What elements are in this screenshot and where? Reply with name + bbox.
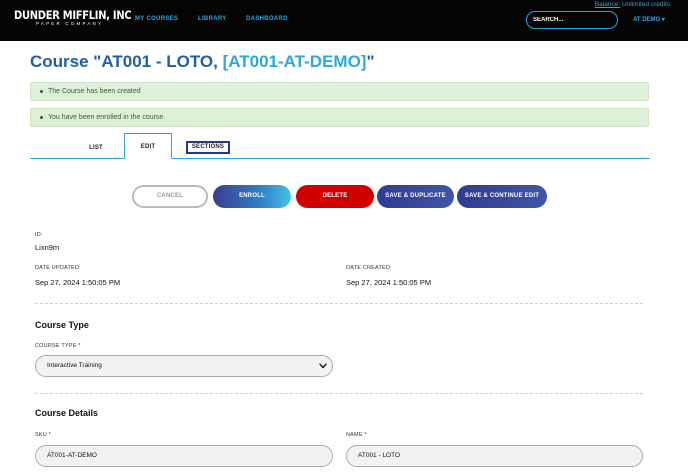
company-logo[interactable]: DUNDER MIFFLIN, INC PAPER COMPANY <box>14 9 150 27</box>
alert-text: You have been enrolled in the course. <box>48 114 166 121</box>
sku-field[interactable]: AT001-AT-DEMO <box>35 445 333 467</box>
sku-label: SKU * <box>35 432 51 438</box>
user-menu-dropdown[interactable]: AT DEMO ▾ <box>633 16 665 23</box>
alert-text: The Course has been created <box>48 88 141 95</box>
tab-sections[interactable]: SECTIONS <box>186 141 230 154</box>
sku-value: AT001-AT-DEMO <box>47 452 97 459</box>
section-divider <box>35 393 643 394</box>
title-prefix: Course "AT001 - LOTO, <box>30 52 223 71</box>
id-label: ID: <box>35 232 43 238</box>
date-created-value: Sep 27, 2024 1:50:05 PM <box>346 278 432 287</box>
tabs-underline <box>30 158 650 159</box>
tab-edit[interactable]: EDIT <box>124 133 172 159</box>
date-updated-value: Sep 27, 2024 1:50:05 PM <box>35 278 121 287</box>
bullet-icon <box>40 115 43 119</box>
id-value: Lixn9m <box>35 243 60 252</box>
date-created-label: DATE CREATED: <box>346 265 392 271</box>
cancel-button[interactable]: CANCEL <box>132 185 208 208</box>
save-continue-edit-button[interactable]: SAVE & CONTINUE EDIT <box>457 185 547 208</box>
balance-value: Unlimited credits <box>621 1 670 8</box>
date-updated-label: DATE UPDATED: <box>35 265 81 271</box>
course-type-selected: Interactive Training <box>47 362 102 369</box>
balance-info: Balance: Unlimited credits <box>595 1 670 8</box>
top-navbar: DUNDER MIFFLIN, INC PAPER COMPANY MY COU… <box>0 0 688 41</box>
course-type-select[interactable]: Interactive Training <box>35 355 333 377</box>
enroll-button[interactable]: ENROLL <box>213 185 291 208</box>
alert-course-created: The Course has been created <box>30 82 649 101</box>
name-value: AT001 - LOTO <box>358 452 401 459</box>
search-input[interactable] <box>526 11 618 29</box>
logo-name: DUNDER MIFFLIN, INC <box>14 8 132 22</box>
balance-link[interactable]: Balance: <box>595 1 620 8</box>
alert-enrolled: You have been enrolled in the course. <box>30 108 649 127</box>
nav-library[interactable]: LIBRARY <box>198 16 227 22</box>
section-divider <box>35 303 643 304</box>
chevron-down-icon <box>319 363 327 369</box>
course-details-heading: Course Details <box>35 408 99 418</box>
name-field[interactable]: AT001 - LOTO <box>346 445 643 467</box>
nav-my-courses[interactable]: MY COURSES <box>135 16 178 22</box>
name-label: NAME * <box>346 432 367 438</box>
title-sku: [AT001-AT-DEMO] <box>222 52 367 71</box>
title-suffix: " <box>366 52 375 71</box>
course-type-heading: Course Type <box>35 320 89 330</box>
bullet-icon <box>40 89 43 93</box>
page-title: Course "AT001 - LOTO, [AT001-AT-DEMO]" <box>30 52 375 72</box>
save-duplicate-button[interactable]: SAVE & DUPLICATE <box>377 185 454 208</box>
nav-dashboard[interactable]: DASHBOARD <box>246 16 288 22</box>
course-type-label: COURSE TYPE * <box>35 343 81 349</box>
tab-list[interactable]: LIST <box>76 145 116 151</box>
delete-button[interactable]: DELETE <box>296 185 374 208</box>
